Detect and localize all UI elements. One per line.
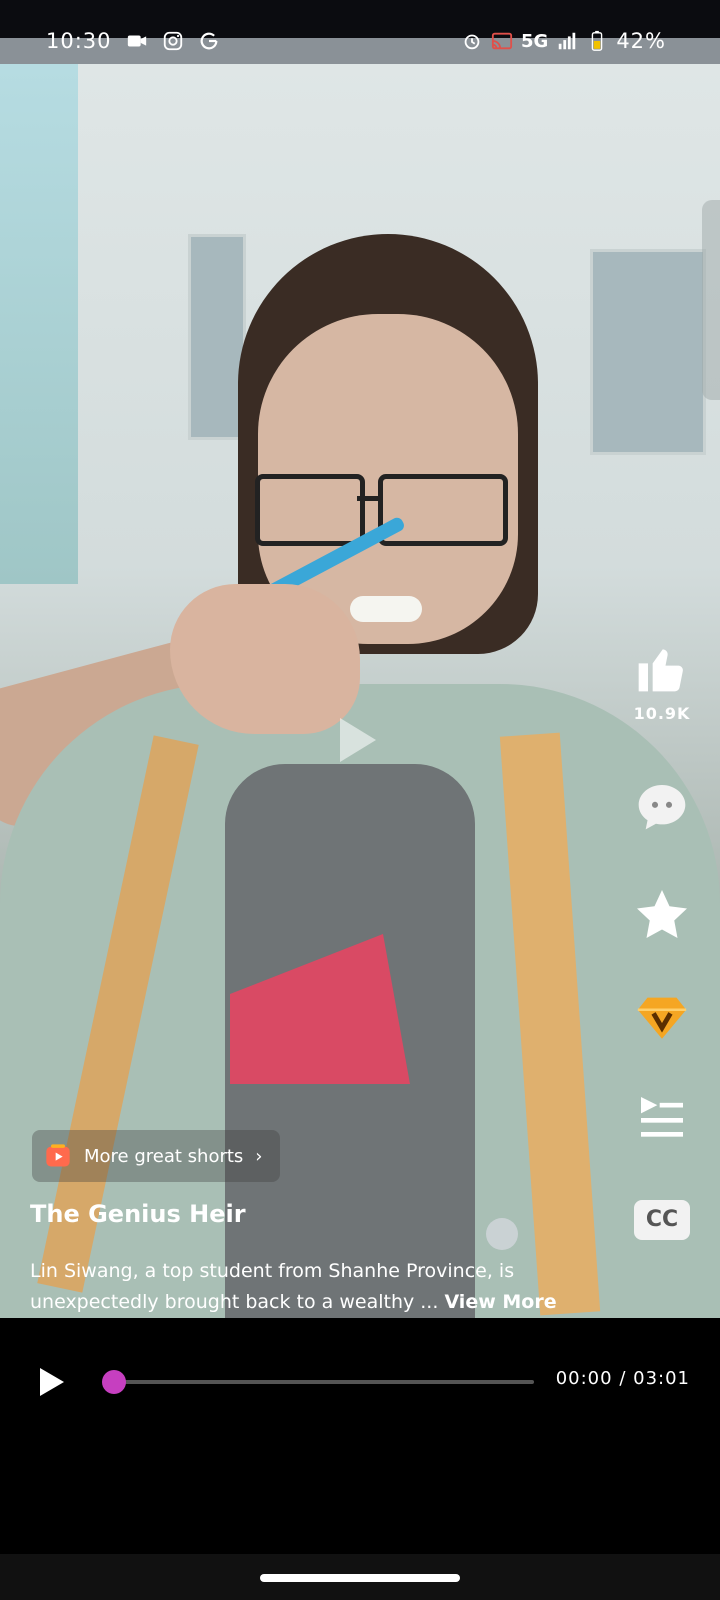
cast-icon [491, 32, 513, 50]
episode-list-icon [641, 1097, 683, 1137]
vip-diamond-icon [637, 997, 687, 1039]
battery-icon [592, 30, 603, 51]
floating-dot[interactable] [486, 1218, 518, 1250]
chevron-right-icon: › [255, 1145, 263, 1167]
favorite-button[interactable] [620, 885, 704, 949]
more-shorts-button[interactable]: More great shorts › [32, 1130, 280, 1182]
playback-controls: 00:00 / 03:01 [0, 1318, 720, 1554]
video-frame [170, 584, 360, 734]
instagram-icon [163, 31, 182, 51]
time-separator: / [619, 1368, 627, 1389]
video-frame [357, 496, 381, 501]
play-button[interactable] [40, 1368, 64, 1396]
progress-bar[interactable] [114, 1380, 534, 1384]
cc-button[interactable]: CC [620, 1200, 704, 1240]
system-nav-bar [0, 1554, 720, 1600]
comment-icon [638, 785, 686, 830]
signal-icon [559, 32, 576, 50]
star-icon [637, 890, 687, 938]
battery-percent: 42% [616, 29, 666, 53]
google-icon [200, 32, 217, 50]
like-button[interactable]: 10.9K [620, 640, 704, 723]
comment-button[interactable] [620, 778, 704, 838]
vip-button[interactable] [620, 988, 704, 1050]
video-record-icon [127, 35, 146, 47]
home-indicator[interactable] [260, 1574, 460, 1582]
description-text: Lin Siwang, a top student from Shanhe Pr… [30, 1260, 515, 1313]
drama-description: Lin Siwang, a top student from Shanhe Pr… [30, 1256, 590, 1318]
video-background [0, 64, 78, 584]
video-frame [350, 596, 422, 622]
view-more-link[interactable]: View More [444, 1291, 556, 1313]
side-scroll-handle[interactable] [702, 200, 720, 400]
center-play-icon[interactable] [340, 718, 376, 762]
time-display: 00:00 / 03:01 [556, 1368, 690, 1389]
video-background [590, 249, 706, 455]
more-shorts-label: More great shorts [84, 1145, 244, 1167]
shorts-app-icon [46, 1144, 70, 1167]
thumbs-up-icon [638, 649, 683, 692]
status-time: 10:30 [46, 29, 112, 53]
video-frame [378, 474, 508, 546]
duration: 03:01 [633, 1368, 690, 1389]
episodes-button[interactable] [620, 1090, 704, 1150]
network-type: 5G [521, 30, 549, 52]
status-left: 10:30 [46, 26, 220, 56]
video-frame [255, 474, 365, 546]
progress-thumb[interactable] [102, 1370, 126, 1394]
like-count: 10.9K [633, 704, 691, 723]
drama-title[interactable]: The Genius Heir [30, 1200, 246, 1228]
status-right: 5G 42% [461, 26, 666, 56]
alarm-icon [464, 34, 480, 50]
cc-icon: CC [634, 1200, 690, 1240]
current-time: 00:00 [555, 1368, 613, 1389]
